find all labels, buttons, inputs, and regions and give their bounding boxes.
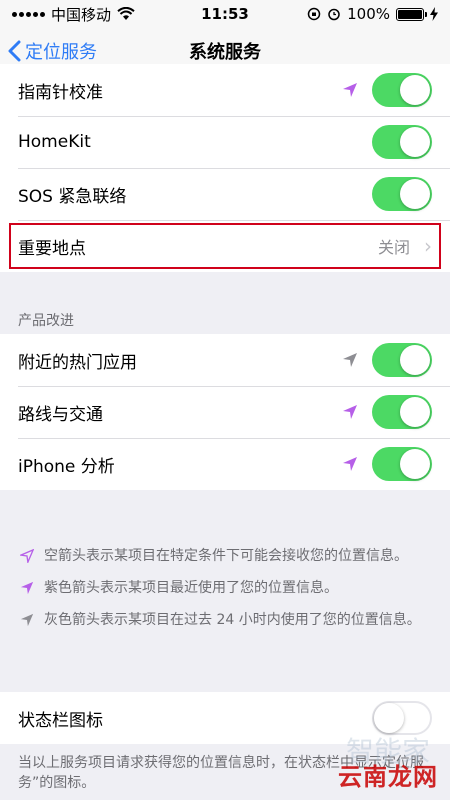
status-left: 中国移动 bbox=[12, 4, 162, 25]
battery-percent: 100% bbox=[347, 5, 390, 23]
system-services-group: 指南针校准 HomeKit SOS 紧急联络 重要地点 关闭 › bbox=[0, 64, 450, 272]
location-arrow-purple-icon bbox=[343, 83, 357, 97]
toggle-switch[interactable] bbox=[372, 177, 432, 211]
row-iphone-analytics[interactable]: iPhone 分析 bbox=[0, 438, 450, 490]
row-label: SOS 紧急联络 bbox=[18, 186, 127, 207]
battery-icon bbox=[396, 7, 427, 21]
legend-text: 灰色箭头表示某项目在过去 24 小时内使用了您的位置信息。 bbox=[44, 612, 421, 628]
toggle-switch[interactable] bbox=[372, 395, 432, 429]
status-right: 100% bbox=[288, 5, 438, 23]
signal-icon bbox=[12, 11, 45, 17]
alarm-icon bbox=[328, 8, 340, 21]
row-routing-traffic[interactable]: 路线与交通 bbox=[0, 386, 450, 438]
row-label: 路线与交通 bbox=[18, 404, 103, 425]
wifi-icon bbox=[117, 7, 135, 20]
back-button-label: 定位服务 bbox=[25, 41, 97, 63]
row-compass-calibration[interactable]: 指南针校准 bbox=[0, 64, 450, 116]
legend-hollow: 空箭头表示某项目在特定条件下可能会接收您的位置信息。 bbox=[20, 546, 440, 566]
row-label: 附近的热门应用 bbox=[18, 352, 137, 373]
watermark: 云南龙网 bbox=[338, 763, 438, 791]
row-label: iPhone 分析 bbox=[18, 456, 115, 477]
location-arrow-gray-icon bbox=[20, 613, 34, 627]
toggle-switch[interactable] bbox=[372, 73, 432, 107]
status-time: 11:53 bbox=[201, 5, 249, 23]
row-value: 关闭 bbox=[377, 238, 410, 257]
location-arrow-purple-icon bbox=[343, 457, 357, 471]
location-arrow-purple-icon bbox=[343, 405, 357, 419]
location-arrow-legend: 空箭头表示某项目在特定条件下可能会接收您的位置信息。 紫色箭头表示某项目最近使用… bbox=[20, 546, 440, 642]
toggle-switch[interactable] bbox=[372, 125, 432, 159]
row-significant-locations[interactable]: 重要地点 关闭 › bbox=[0, 220, 450, 272]
section-header: 产品改进 bbox=[18, 313, 74, 329]
location-arrow-gray-icon bbox=[343, 353, 357, 367]
carrier-label: 中国移动 bbox=[51, 5, 112, 24]
chevron-right-icon: › bbox=[424, 234, 432, 258]
orientation-lock-icon bbox=[307, 7, 321, 21]
row-popular-nearby[interactable]: 附近的热门应用 bbox=[0, 334, 450, 386]
row-homekit[interactable]: HomeKit bbox=[0, 116, 450, 168]
location-arrow-hollow-icon bbox=[20, 549, 34, 563]
row-label: 指南针校准 bbox=[18, 82, 103, 103]
legend-gray: 灰色箭头表示某项目在过去 24 小时内使用了您的位置信息。 bbox=[20, 610, 440, 630]
row-label: 状态栏图标 bbox=[18, 710, 103, 731]
charging-icon bbox=[430, 7, 438, 21]
status-bar: 中国移动 11:53 100% bbox=[0, 0, 450, 28]
toggle-switch[interactable] bbox=[372, 343, 432, 377]
row-label: 重要地点 bbox=[18, 238, 86, 259]
back-button[interactable]: 定位服务 bbox=[8, 38, 97, 64]
row-label: HomeKit bbox=[18, 132, 91, 152]
location-arrow-purple-icon bbox=[20, 581, 34, 595]
legend-purple: 紫色箭头表示某项目最近使用了您的位置信息。 bbox=[20, 578, 440, 598]
legend-text: 紫色箭头表示某项目最近使用了您的位置信息。 bbox=[44, 580, 338, 596]
row-sos-emergency[interactable]: SOS 紧急联络 bbox=[0, 168, 450, 220]
product-improvement-group: 附近的热门应用 路线与交通 iPhone 分析 bbox=[0, 334, 450, 490]
legend-text: 空箭头表示某项目在特定条件下可能会接收您的位置信息。 bbox=[44, 548, 408, 564]
chevron-left-icon bbox=[8, 40, 21, 61]
toggle-switch[interactable] bbox=[372, 447, 432, 481]
